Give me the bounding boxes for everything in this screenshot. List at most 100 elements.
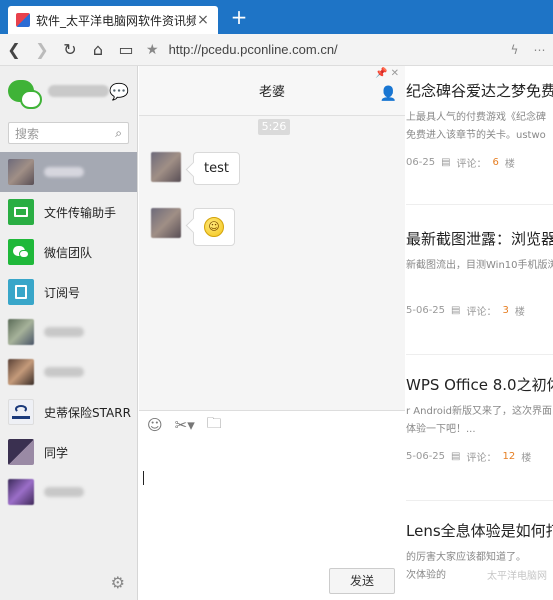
contact-name: 微信团队 (44, 245, 93, 260)
comment-icon: ▤ (441, 157, 451, 168)
article-desc-2: 体验一下吧！... (406, 424, 476, 435)
contact-item[interactable] (0, 472, 137, 512)
contact-item[interactable]: 史蒂保险STARR (0, 392, 137, 432)
article-desc: 新截图流出，目测Win10手机版浏 (406, 260, 553, 271)
contact-list: 文件传输助手 微信团队 订阅号 史蒂保险STARR 同学 (0, 152, 137, 512)
contact-avatar (8, 479, 34, 505)
chat-profile-icon[interactable]: 👤 (380, 86, 397, 102)
send-button[interactable]: 发送 (329, 568, 395, 594)
contact-name: 同学 (44, 445, 69, 460)
search-icon[interactable]: ⌕ (115, 126, 122, 141)
contact-avatar (8, 359, 34, 385)
group-avatar (8, 439, 34, 465)
article-date: 5-06-25 (406, 305, 446, 316)
chat-panel: 📌 ✕ 老婆 👤 5:26 test ☺ ☺ ✂▾ 🗀 发送 (139, 66, 405, 600)
comment-label: 评论： (456, 159, 487, 170)
contact-sidebar: 💬 搜索 ⌕ 文件传输助手 微信团队 订阅号 史蒂保险STARR 同学 ⚙ (0, 66, 138, 600)
contact-avatar (8, 319, 34, 345)
screenshot-scissors-icon[interactable]: ✂▾ (175, 416, 195, 434)
article-title[interactable]: 最新截图泄露：浏览器 (406, 228, 553, 249)
comment-label: 评论： (466, 307, 497, 318)
url-text[interactable]: http://pcedu.pconline.com.cn/ (169, 42, 338, 57)
settings-gear-icon[interactable]: ⚙ (111, 573, 125, 592)
contact-name: 史蒂保险STARR (44, 405, 131, 420)
message-row: test (151, 152, 240, 185)
reload-button[interactable]: ↻ (56, 36, 84, 64)
contact-item[interactable]: 订阅号 (0, 272, 137, 312)
folder-icon[interactable]: 🗀 (207, 413, 222, 438)
tab-title: 软件_太平洋电脑网软件资讯频道 (36, 13, 196, 28)
article-date: 06-25 (406, 157, 436, 168)
subscription-icon (8, 279, 34, 305)
contact-name: 文件传输助手 (44, 205, 117, 220)
article-meta: 5-06-25 ▤ 评论： 3 楼 (406, 303, 553, 318)
forward-button[interactable]: ❯ (28, 36, 56, 64)
search-box[interactable]: 搜索 ⌕ (8, 122, 129, 144)
comment-icon: ▤ (451, 305, 461, 316)
wechat-window: 💬 搜索 ⌕ 文件传输助手 微信团队 订阅号 史蒂保险STARR 同学 ⚙ 📌 … (0, 66, 405, 600)
divider (406, 354, 553, 355)
wechat-logo-icon (8, 80, 42, 109)
search-input[interactable]: 搜索 (15, 125, 115, 142)
back-button[interactable]: ❮ (0, 36, 28, 64)
browser-tab[interactable]: 软件_太平洋电脑网软件资讯频道 × (8, 6, 218, 34)
address-bar[interactable]: ★ http://pcedu.pconline.com.cn/ (140, 38, 503, 62)
composer-toolbar: ☺ ✂▾ 🗀 (139, 411, 405, 439)
article-item[interactable]: 最新截图泄露：浏览器 新截图流出，目测Win10手机版浏 5-06-25 ▤ 评… (406, 228, 553, 318)
starr-logo-icon (8, 399, 34, 425)
contact-name: 订阅号 (44, 285, 81, 300)
new-tab-button[interactable]: + (228, 6, 250, 28)
window-controls[interactable]: 📌 ✕ (375, 68, 399, 79)
wechat-team-icon (8, 239, 34, 265)
contact-name-blurred (44, 167, 84, 177)
comment-count[interactable]: 6 (493, 157, 499, 168)
floor-label: 楼 (514, 307, 525, 318)
more-icon[interactable]: ⋯ (533, 43, 545, 57)
article-meta: 06-25 ▤ 评论： 6 楼 (406, 155, 553, 170)
contact-item[interactable]: 同学 (0, 432, 137, 472)
browser-tab-bar: 软件_太平洋电脑网软件资讯频道 × + (0, 0, 553, 34)
reading-view-button[interactable]: ▭ (112, 36, 140, 64)
article-title[interactable]: Lens全息体验是如何打 (406, 520, 553, 541)
message-input[interactable] (143, 471, 144, 485)
site-favicon-icon (16, 13, 30, 27)
article-title[interactable]: WPS Office 8.0之初体 (406, 374, 553, 395)
article-date: 5-06-25 (406, 451, 446, 462)
contact-item[interactable] (0, 312, 137, 352)
contact-item[interactable]: 文件传输助手 (0, 192, 137, 232)
user-name-blurred (47, 85, 110, 97)
close-tab-icon[interactable]: × (196, 12, 210, 28)
contact-item[interactable] (0, 152, 137, 192)
contact-avatar (8, 159, 34, 185)
article-item[interactable]: WPS Office 8.0之初体 r Android新版又来了，这次界面 体验… (406, 374, 553, 464)
emoji-icon[interactable]: ☺ (147, 416, 163, 434)
article-desc: r Android新版又来了，这次界面 (406, 406, 552, 417)
contact-name-blurred (44, 327, 84, 337)
contact-name-blurred (44, 367, 84, 377)
comment-count[interactable]: 12 (502, 451, 515, 462)
lightning-icon[interactable]: ϟ (511, 43, 519, 57)
article-desc-2: 免费进入该章节的关卡。ustwo (406, 130, 546, 141)
home-button[interactable]: ⌂ (84, 36, 112, 64)
chat-header: 📌 ✕ 老婆 👤 (139, 66, 405, 116)
comment-icon: ▤ (451, 451, 461, 462)
article-desc: 上最具人气的付费游戏《纪念碑 (406, 112, 546, 123)
message-bubble[interactable]: test (193, 152, 240, 185)
article-title[interactable]: 纪念碑谷爱达之梦免费 (406, 80, 553, 101)
article-item[interactable]: 纪念碑谷爱达之梦免费 上最具人气的付费游戏《纪念碑 免费进入该章节的关卡。ust… (406, 80, 553, 170)
contact-item[interactable] (0, 352, 137, 392)
contact-item[interactable]: 微信团队 (0, 232, 137, 272)
message-composer: ☺ ✂▾ 🗀 发送 (139, 410, 405, 600)
sidebar-footer: ⚙ (0, 564, 137, 600)
message-bubble[interactable]: ☺ (193, 208, 235, 246)
divider (406, 500, 553, 501)
sender-avatar[interactable] (151, 208, 181, 238)
smile-emoji-icon: ☺ (204, 217, 224, 237)
message-row: ☺ (151, 208, 235, 246)
sender-avatar[interactable] (151, 152, 181, 182)
favorite-star-icon[interactable]: ★ (146, 42, 159, 58)
comment-count[interactable]: 3 (502, 305, 508, 316)
new-chat-icon[interactable]: 💬 (109, 82, 129, 101)
comment-label: 评论： (466, 453, 497, 464)
file-transfer-icon (8, 199, 34, 225)
